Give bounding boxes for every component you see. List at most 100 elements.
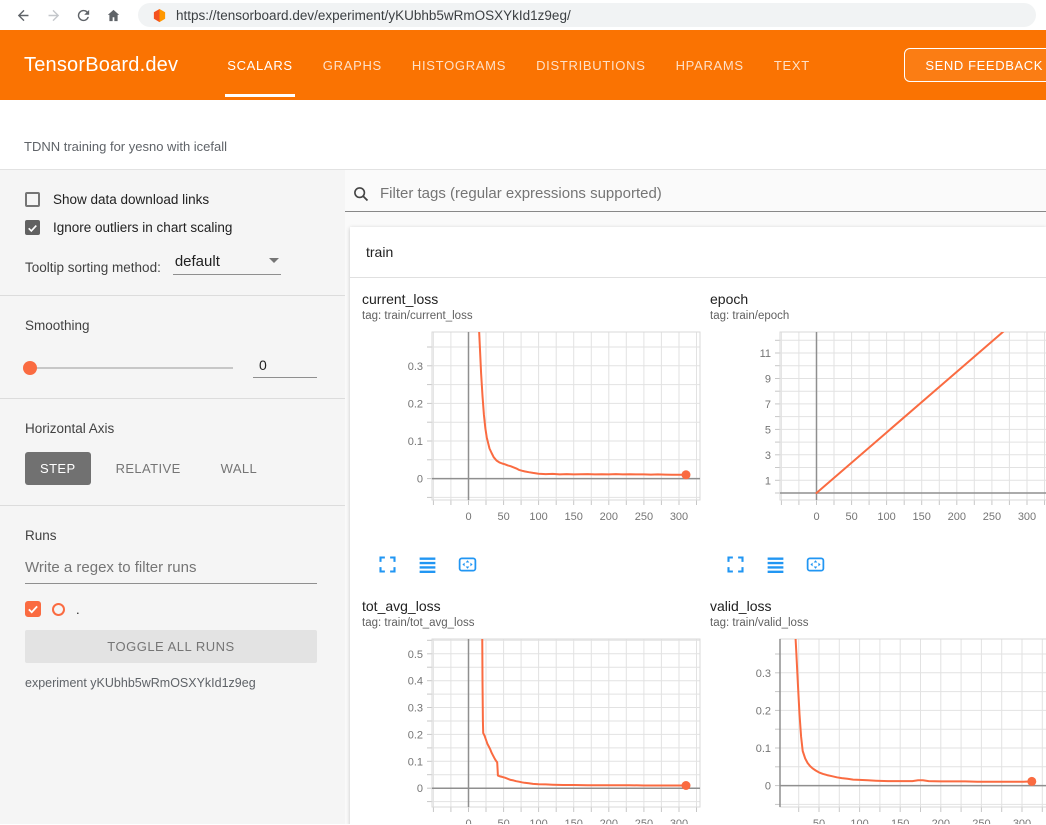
- chart-plot[interactable]: 0501001502002503001357911: [710, 328, 1046, 548]
- svg-text:0: 0: [465, 818, 471, 824]
- svg-text:0.3: 0.3: [408, 361, 423, 373]
- fit-domain-icon[interactable]: [804, 553, 826, 575]
- tab-text[interactable]: TEXT: [759, 30, 825, 100]
- svg-text:0.2: 0.2: [408, 729, 423, 741]
- svg-text:150: 150: [913, 511, 931, 523]
- data-lines-icon[interactable]: [764, 553, 786, 575]
- tab-scalars[interactable]: SCALARS: [212, 30, 308, 100]
- forward-button[interactable]: [40, 2, 66, 28]
- svg-text:9: 9: [765, 374, 771, 386]
- main-panel: Filter tags (regular expressions support…: [345, 170, 1046, 824]
- smoothing-slider[interactable]: [25, 367, 233, 369]
- svg-text:200: 200: [932, 818, 950, 824]
- ignore-outliers-row[interactable]: Ignore outliers in chart scaling: [25, 220, 317, 235]
- svg-text:0.1: 0.1: [408, 436, 423, 448]
- fit-domain-icon[interactable]: [456, 553, 478, 575]
- show-download-links-checkbox[interactable]: [25, 192, 40, 207]
- address-bar[interactable]: https://tensorboard.dev/experiment/yKUbh…: [138, 3, 1036, 27]
- refresh-button[interactable]: [70, 2, 96, 28]
- svg-text:0.1: 0.1: [408, 756, 423, 768]
- experiment-title-bar: TDNN training for yesno with icefall: [0, 100, 1046, 170]
- svg-text:100: 100: [529, 818, 547, 824]
- scalar-chart-card: tot_avg_loss tag: train/tot_avg_loss 050…: [350, 585, 698, 824]
- svg-text:200: 200: [600, 511, 618, 523]
- svg-text:50: 50: [845, 511, 857, 523]
- axis-wall-button[interactable]: WALL: [206, 452, 273, 485]
- chart-plot[interactable]: 05010015020025030000.10.20.30.40.5: [362, 635, 706, 824]
- tag-group-label: train: [366, 244, 393, 260]
- tag-group-card: train current_loss tag: train/current_lo…: [350, 227, 1046, 824]
- data-lines-icon[interactable]: [416, 553, 438, 575]
- svg-text:50: 50: [497, 511, 509, 523]
- settings-sidebar: Show data download links Ignore outliers…: [0, 170, 345, 824]
- svg-text:150: 150: [565, 511, 583, 523]
- chart-tag: tag: train/current_loss: [362, 310, 698, 322]
- svg-text:11: 11: [760, 348, 771, 360]
- svg-text:300: 300: [670, 818, 688, 824]
- svg-text:250: 250: [983, 511, 1001, 523]
- svg-text:100: 100: [529, 511, 547, 523]
- tab-histograms[interactable]: HISTOGRAMS: [397, 30, 521, 100]
- svg-text:0: 0: [765, 781, 771, 793]
- nav-tabs: SCALARS GRAPHS HISTOGRAMS DISTRIBUTIONS …: [212, 30, 825, 100]
- scalar-chart-card: valid_loss tag: train/valid_loss 5010015…: [698, 585, 1046, 824]
- tab-hparams[interactable]: HPARAMS: [661, 30, 759, 100]
- scalar-chart-card: epoch tag: train/epoch 05010015020025030…: [698, 278, 1046, 585]
- svg-text:0.5: 0.5: [408, 649, 423, 661]
- chart-title: current_loss: [362, 291, 698, 307]
- chart-title: epoch: [710, 291, 1046, 307]
- app-logo: TensorBoard.dev: [24, 54, 178, 77]
- check-icon: [27, 222, 38, 234]
- home-button[interactable]: [100, 2, 126, 28]
- svg-text:200: 200: [948, 511, 966, 523]
- smoothing-value-input[interactable]: 0: [253, 357, 317, 378]
- svg-text:1: 1: [765, 475, 771, 487]
- svg-text:0.2: 0.2: [408, 398, 423, 410]
- tab-distributions[interactable]: DISTRIBUTIONS: [521, 30, 661, 100]
- tag-group-header[interactable]: train: [350, 227, 1046, 278]
- tooltip-sorting-select[interactable]: default: [173, 253, 281, 275]
- runs-label: Runs: [25, 528, 317, 543]
- svg-text:50: 50: [497, 818, 509, 824]
- svg-text:0: 0: [417, 783, 423, 795]
- svg-text:100: 100: [850, 818, 868, 824]
- chart-actions: [724, 553, 1046, 575]
- svg-text:250: 250: [635, 818, 653, 824]
- tab-graphs[interactable]: GRAPHS: [308, 30, 397, 100]
- chart-plot[interactable]: 5010015020025030000.10.20.3: [710, 635, 1046, 824]
- chart-tag: tag: train/valid_loss: [710, 617, 1046, 629]
- run-row[interactable]: .: [25, 601, 317, 617]
- svg-text:150: 150: [891, 818, 909, 824]
- runs-filter-input[interactable]: Write a regex to filter runs: [25, 559, 317, 584]
- chart-plot[interactable]: 05010015020025030000.10.20.3: [362, 328, 706, 548]
- fullscreen-icon[interactable]: [376, 553, 398, 575]
- back-button[interactable]: [10, 2, 36, 28]
- svg-text:0: 0: [465, 511, 471, 523]
- toggle-all-runs-button[interactable]: TOGGLE ALL RUNS: [25, 630, 317, 663]
- back-arrow-icon: [15, 7, 32, 24]
- chart-tag: tag: train/epoch: [710, 310, 1046, 322]
- send-feedback-button[interactable]: SEND FEEDBACK: [904, 48, 1046, 82]
- svg-text:50: 50: [813, 818, 825, 824]
- axis-relative-button[interactable]: RELATIVE: [101, 452, 196, 485]
- smoothing-slider-thumb[interactable]: [23, 361, 37, 375]
- svg-text:0.4: 0.4: [408, 676, 423, 688]
- tooltip-sorting-value: default: [175, 253, 220, 270]
- tooltip-sorting-label: Tooltip sorting method:: [25, 260, 161, 275]
- svg-text:0.2: 0.2: [756, 705, 771, 717]
- filter-tags-input[interactable]: Filter tags (regular expressions support…: [345, 176, 1046, 212]
- chart-tag: tag: train/tot_avg_loss: [362, 617, 698, 629]
- ignore-outliers-checkbox[interactable]: [25, 220, 40, 235]
- run-checkbox[interactable]: [25, 601, 41, 617]
- svg-text:100: 100: [877, 511, 895, 523]
- smoothing-label: Smoothing: [25, 318, 317, 333]
- show-download-links-row[interactable]: Show data download links: [25, 192, 317, 207]
- axis-step-button[interactable]: STEP: [25, 452, 91, 485]
- fullscreen-icon[interactable]: [724, 553, 746, 575]
- svg-text:0.3: 0.3: [408, 703, 423, 715]
- chart-actions: [376, 553, 698, 575]
- svg-text:0: 0: [417, 474, 423, 486]
- experiment-caption: experiment yKUbhb5wRmOSXYkId1z9eg: [25, 676, 317, 690]
- svg-text:0.3: 0.3: [756, 668, 771, 680]
- chevron-down-icon: [269, 258, 279, 263]
